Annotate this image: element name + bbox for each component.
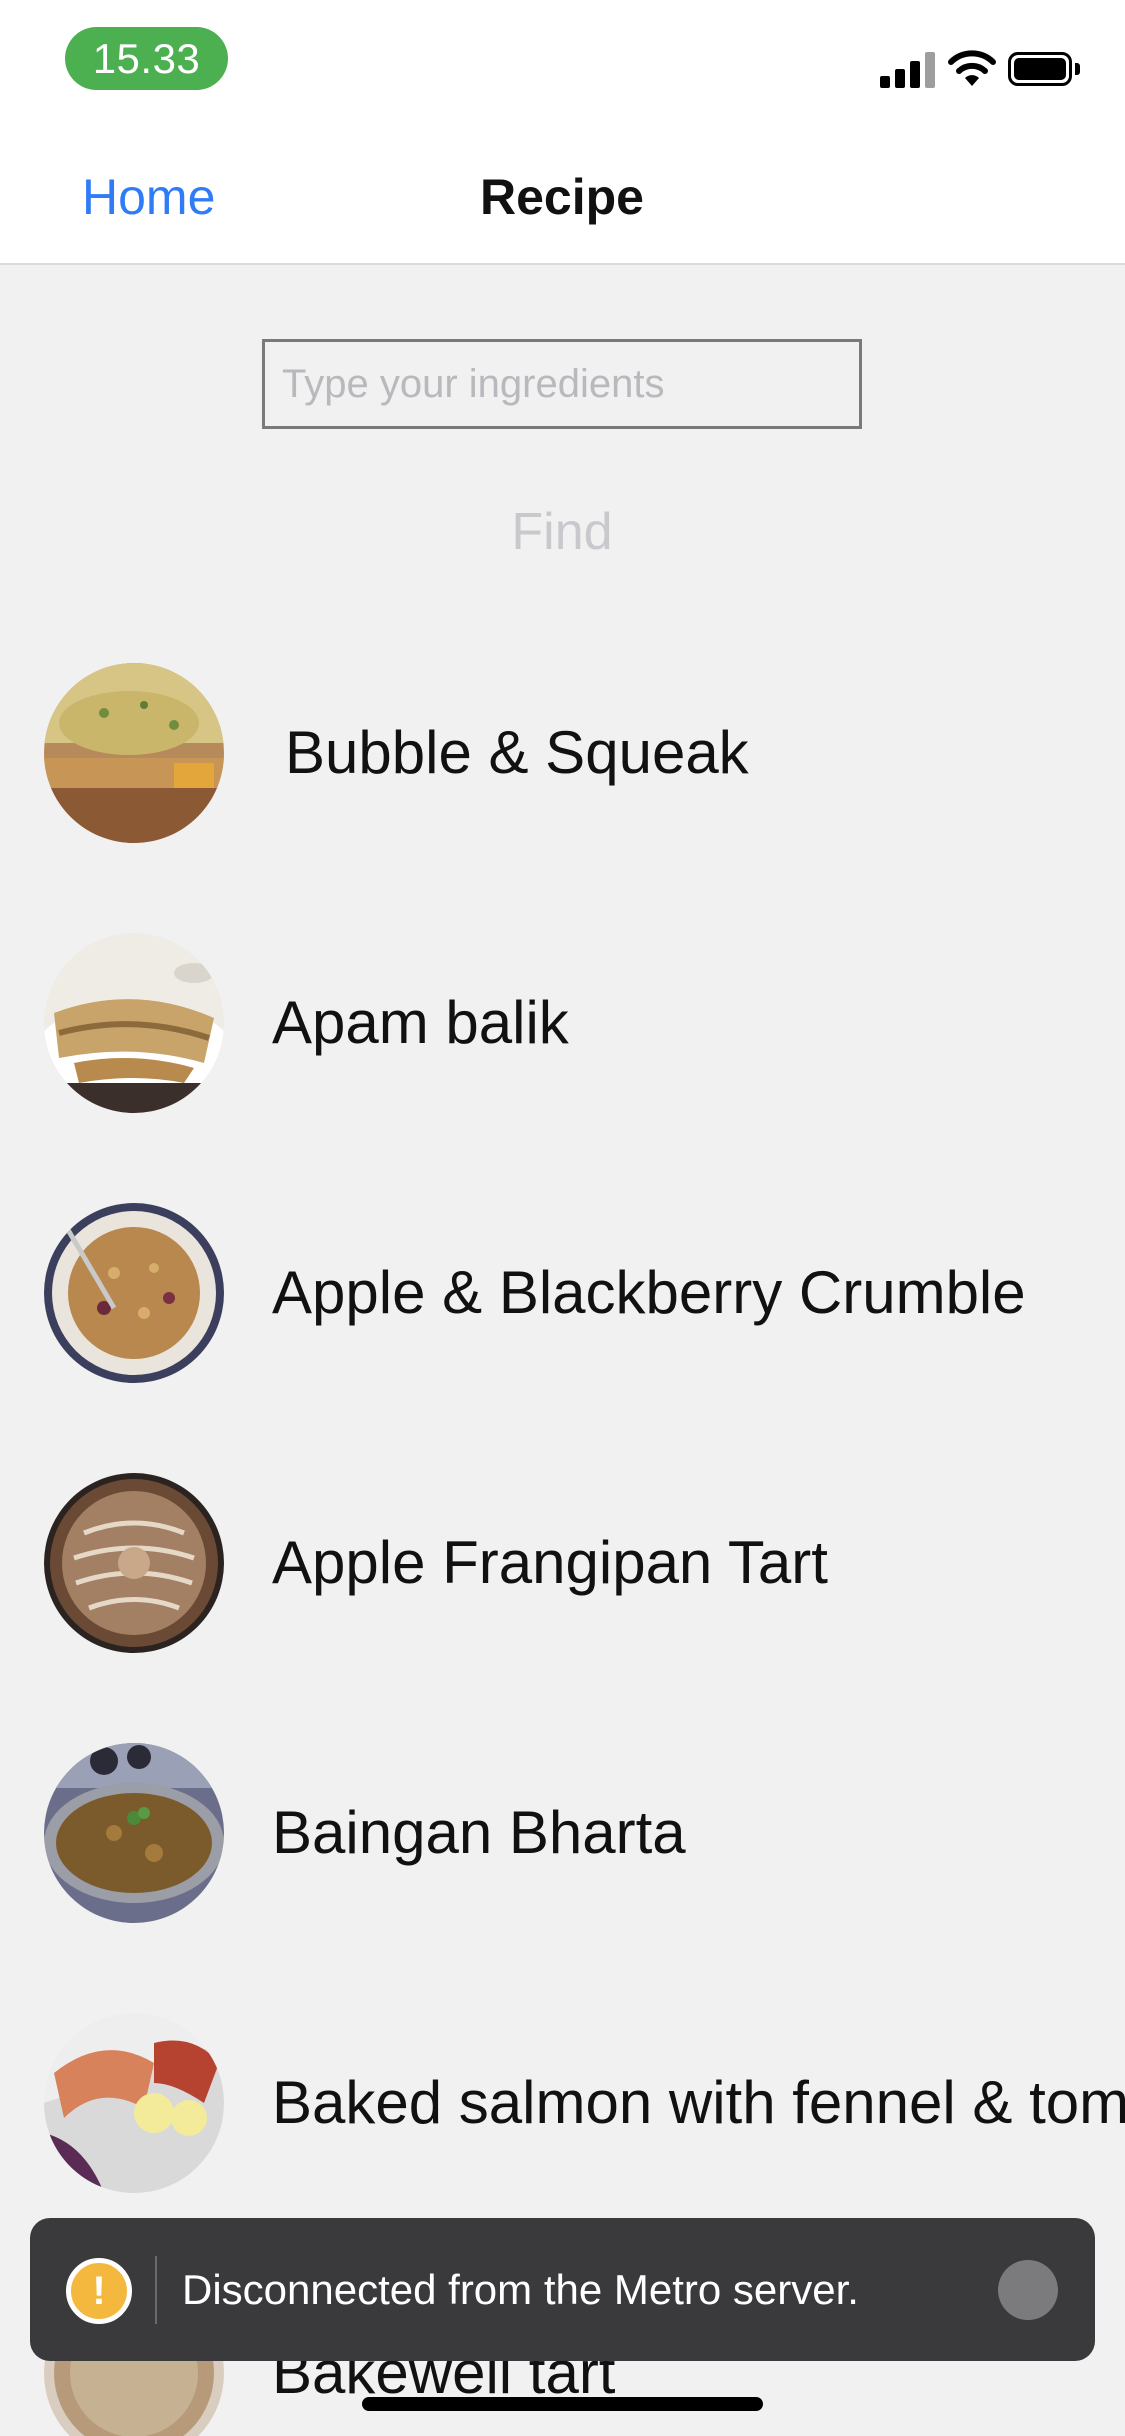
home-back-link[interactable]: Home	[82, 168, 215, 226]
warning-icon: !	[66, 2258, 132, 2324]
recipe-screen: 15.33 Home Recipe Find	[0, 0, 1125, 2436]
recipe-name: Apple & Blackberry Crumble	[272, 1259, 1026, 1326]
ingredients-search-input[interactable]	[262, 339, 862, 429]
status-time: 15.33	[65, 27, 228, 90]
recipe-item[interactable]: Apple Frangipan Tart	[0, 1473, 1125, 1653]
dismiss-icon[interactable]	[998, 2260, 1058, 2320]
wifi-icon	[948, 50, 996, 86]
metro-disconnected-toast[interactable]: ! Disconnected from the Metro server.	[30, 2218, 1095, 2361]
battery-icon	[1008, 52, 1080, 86]
cellular-signal-icon	[880, 50, 936, 88]
recipe-thumbnail	[44, 1473, 224, 1653]
page-title: Recipe	[480, 169, 644, 225]
recipe-name: Baingan Bharta	[272, 1799, 686, 1866]
recipe-item[interactable]: Baked salmon with fennel & tomatoes	[0, 2013, 1125, 2193]
recipe-thumbnail	[44, 933, 224, 1113]
header-area: 15.33 Home Recipe	[0, 0, 1125, 265]
recipe-thumbnail	[44, 663, 224, 843]
recipe-thumbnail	[44, 1203, 224, 1383]
recipe-name: Apple Frangipan Tart	[272, 1529, 828, 1596]
find-button[interactable]: Find	[462, 500, 662, 564]
recipe-thumbnail	[44, 2013, 224, 2193]
recipe-item[interactable]: Bubble & Squeak	[0, 663, 1125, 843]
recipe-thumbnail	[44, 1743, 224, 1923]
recipe-name: Baked salmon with fennel & tomatoes	[272, 2069, 1125, 2136]
toast-divider	[155, 2256, 157, 2324]
recipe-item[interactable]: Apple & Blackberry Crumble	[0, 1203, 1125, 1383]
recipe-item[interactable]: Baingan Bharta	[0, 1743, 1125, 1923]
recipe-name: Apam balik	[272, 989, 569, 1056]
recipe-name: Bubble & Squeak	[285, 719, 749, 786]
toast-message: Disconnected from the Metro server.	[182, 2266, 859, 2313]
home-indicator[interactable]	[362, 2397, 763, 2411]
recipe-item[interactable]: Apam balik	[0, 933, 1125, 1113]
